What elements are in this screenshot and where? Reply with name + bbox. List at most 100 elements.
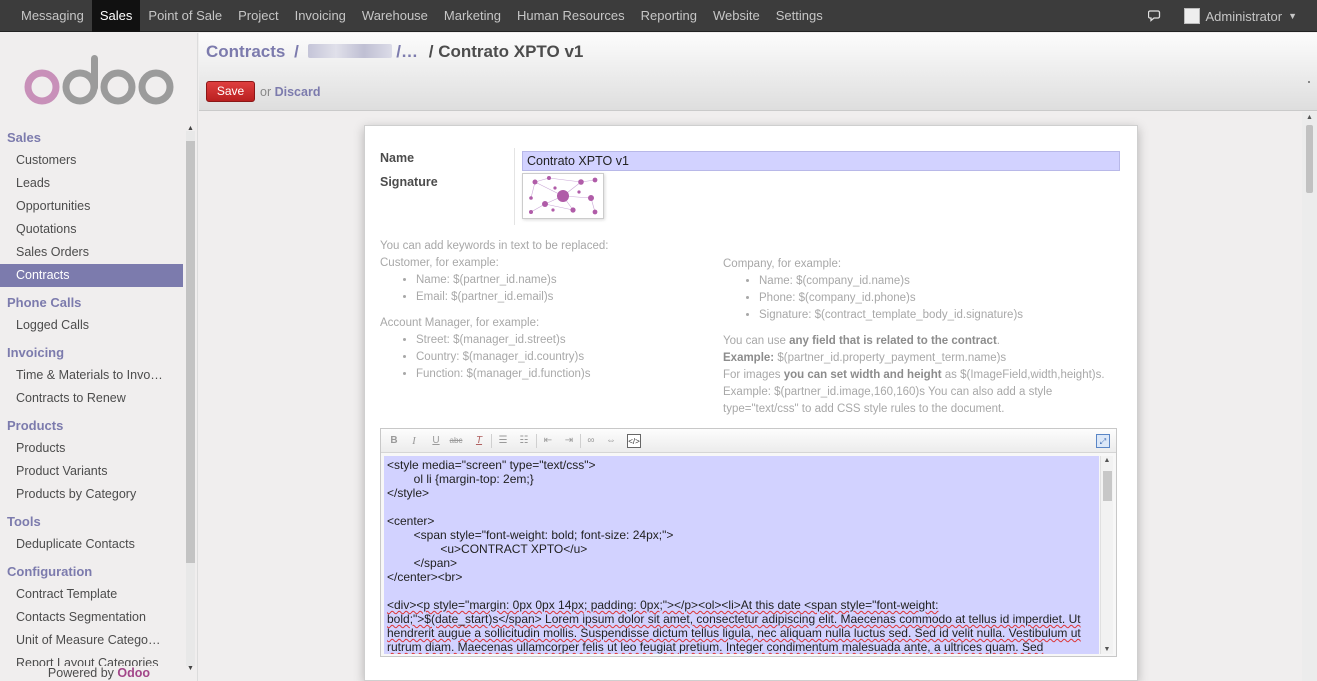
editor-scroll-thumb[interactable]: [1103, 471, 1112, 501]
breadcrumb-current: / Contrato XPTO v1: [428, 42, 584, 61]
bold-icon[interactable]: B: [387, 434, 401, 448]
save-button[interactable]: Save: [206, 81, 255, 102]
any-field-note: You can use any field that is related to…: [723, 333, 1123, 350]
bullet-list-icon[interactable]: ☰: [496, 434, 510, 448]
code-line: </span>: [387, 556, 458, 570]
link-icon[interactable]: ∞: [584, 434, 598, 448]
powered-by-label: Powered by: [47, 666, 114, 680]
sidebar-item-contract-template[interactable]: Contract Template: [0, 583, 183, 606]
menu-marketing[interactable]: Marketing: [436, 0, 509, 32]
sidebar-item-logged-calls[interactable]: Logged Calls: [0, 314, 183, 337]
signature-label: Signature: [380, 175, 438, 189]
signature-image[interactable]: [522, 173, 604, 219]
example-note: Example: $(partner_id.property_payment_t…: [723, 350, 1123, 367]
powered-by-brand-link[interactable]: Odoo: [117, 666, 150, 680]
header-dot: [1308, 81, 1310, 83]
sidebar-item-time-materials-to-invo[interactable]: Time & Materials to Invo…: [0, 364, 183, 387]
indent-icon[interactable]: ⇥: [562, 434, 576, 448]
name-field[interactable]: Contrato XPTO v1: [522, 151, 1120, 171]
images-example: Example: $(partner_id.image,160,160)s Yo…: [723, 386, 1053, 398]
sidebar-section-tools: Tools: [7, 514, 41, 529]
breadcrumb-ellipsis[interactable]: /…: [396, 42, 418, 61]
toolbar-separator: [491, 434, 492, 448]
sidebar-item-report-layout-categories[interactable]: Report Layout Categories: [0, 652, 183, 666]
outdent-icon[interactable]: ⇤: [541, 434, 555, 448]
sidebar-item-sales-orders[interactable]: Sales Orders: [0, 241, 183, 264]
menu-sales[interactable]: Sales: [91, 0, 141, 32]
odoo-logo: [24, 55, 174, 105]
source-icon[interactable]: </>: [627, 434, 641, 448]
name-label: Name: [380, 151, 415, 165]
menu-invoicing[interactable]: Invoicing: [287, 0, 354, 32]
remove-format-icon[interactable]: T: [472, 434, 486, 448]
scroll-up-icon[interactable]: ▲: [186, 125, 195, 132]
scroll-up-icon[interactable]: ▲: [1302, 114, 1317, 121]
sidebar-item-contracts[interactable]: Contracts: [0, 264, 183, 287]
italic-icon[interactable]: I: [407, 434, 421, 448]
fullscreen-icon[interactable]: ⤢: [1096, 434, 1110, 448]
strikethrough-icon[interactable]: abc: [449, 434, 463, 448]
sidebar-item-quotations[interactable]: Quotations: [0, 218, 183, 241]
editor-scrollbar[interactable]: ▲ ▼: [1100, 456, 1113, 654]
main-scrollbar[interactable]: ▲: [1302, 112, 1317, 681]
menu-human-resources[interactable]: Human Resources: [509, 0, 633, 32]
code-line: <span style="font-weight: bold; font-siz…: [387, 528, 674, 542]
sidebar-section-phone-calls: Phone Calls: [7, 295, 82, 310]
menu-project[interactable]: Project: [230, 0, 286, 32]
sidebar-item-product-variants[interactable]: Product Variants: [0, 460, 183, 483]
sidebar-item-products[interactable]: Products: [0, 437, 183, 460]
sidebar-item-products-by-category[interactable]: Products by Category: [0, 483, 183, 506]
menu-settings[interactable]: Settings: [768, 0, 831, 32]
sidebar-scroll-thumb[interactable]: [186, 141, 195, 563]
topbar-right: Administrator ▼: [1147, 0, 1297, 32]
main-scroll-thumb[interactable]: [1306, 125, 1313, 193]
numbered-list-icon[interactable]: ☷: [517, 434, 531, 448]
menu-reporting[interactable]: Reporting: [633, 0, 705, 32]
customer-help-title: Customer, for example:: [380, 257, 499, 269]
code-line: </style>: [387, 486, 430, 500]
images-post: as $(ImageField,width,height)s.: [944, 369, 1105, 381]
code-line: <u>CONTRACT XPTO</u>: [387, 542, 588, 556]
sidebar-scrollbar[interactable]: ▲ ▼: [186, 125, 195, 672]
user-menu-name[interactable]: Administrator: [1206, 9, 1283, 24]
images-bold: you can set width and height: [783, 369, 942, 381]
chat-bubbles-icon[interactable]: [1147, 8, 1170, 24]
discard-button[interactable]: Discard: [275, 85, 321, 99]
menu-warehouse[interactable]: Warehouse: [354, 0, 436, 32]
menu-website[interactable]: Website: [705, 0, 768, 32]
code-line: <style media="screen" type="text/css">: [387, 458, 596, 472]
any-field-post: .: [996, 335, 1000, 347]
chevron-down-icon[interactable]: ▼: [1288, 11, 1297, 21]
menu-point-of-sale[interactable]: Point of Sale: [140, 0, 230, 32]
scroll-up-icon[interactable]: ▲: [1101, 457, 1113, 464]
underline-icon[interactable]: U: [429, 434, 443, 448]
list-item: Country: $(manager_id.country)s: [416, 349, 710, 366]
breadcrumb-contracts-link[interactable]: Contracts: [206, 42, 285, 61]
sidebar-section-configuration: Configuration: [7, 564, 93, 579]
top-navbar: Messaging Sales Point of Sale Project Invoic…: [0, 0, 1317, 32]
sidebar-item-unit-of-measure-catego[interactable]: Unit of Measure Catego…: [0, 629, 183, 652]
html-source-textarea[interactable]: <style media="screen" type="text/css"> o…: [384, 456, 1099, 654]
menu-messaging[interactable]: Messaging: [13, 0, 92, 32]
code-line: ol li {margin-top: 2em;}: [387, 472, 534, 486]
sidebar-item-deduplicate-contacts[interactable]: Deduplicate Contacts: [0, 533, 183, 556]
sidebar-nav: Sales Customers Leads Opportunities Quotatio…: [0, 126, 183, 666]
any-field-pre: You can use: [723, 335, 786, 347]
toolbar-separator: [580, 434, 581, 448]
sidebar-item-contracts-to-renew[interactable]: Contracts to Renew: [0, 387, 183, 410]
sidebar-item-contacts-segmentation[interactable]: Contacts Segmentation: [0, 606, 183, 629]
images-pre: For images: [723, 369, 781, 381]
editor-toolbar: B I U abc T ☰ ☷ ⇤ ⇥ ∞ ⇔ </> ⤢: [381, 429, 1116, 453]
or-label: or: [260, 85, 272, 99]
unlink-icon[interactable]: ⇔: [604, 434, 618, 448]
sidebar-item-leads[interactable]: Leads: [0, 172, 183, 195]
user-avatar-icon[interactable]: [1183, 8, 1200, 24]
sidebar-item-customers[interactable]: Customers: [0, 149, 183, 172]
scroll-down-icon[interactable]: ▼: [1101, 646, 1113, 653]
app-menu: Messaging Sales Point of Sale Project Invoic…: [13, 0, 831, 32]
sidebar-item-opportunities[interactable]: Opportunities: [0, 195, 183, 218]
breadcrumb-redacted-link[interactable]: [307, 44, 392, 58]
example-bold: Example:: [723, 352, 775, 364]
